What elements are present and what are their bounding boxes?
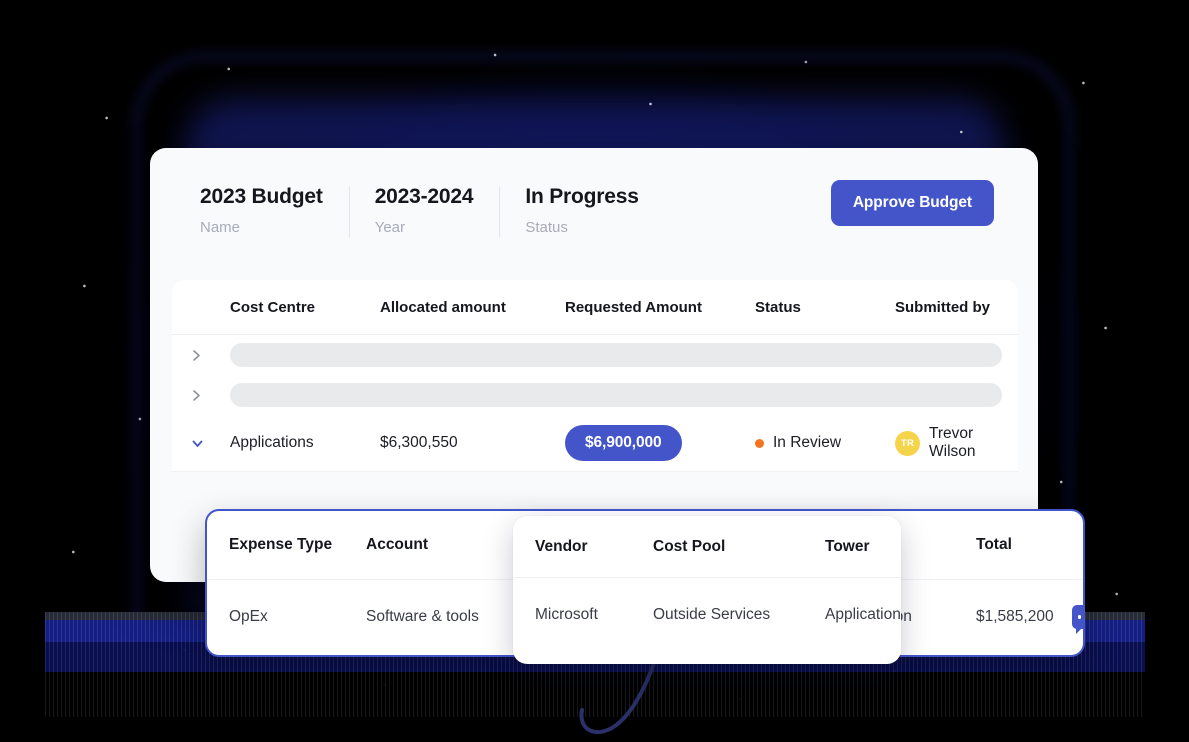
chevron-down-icon[interactable] <box>190 436 230 451</box>
floating-column-header-vendor: Vendor <box>535 537 588 555</box>
floating-panel-row[interactable]: Microsoft Outside Services Application <box>513 578 901 652</box>
cell-requested-amount: $6,900,000 <box>565 425 755 461</box>
column-header-submitted-by: Submitted by <box>895 298 991 316</box>
cell-status: In Review <box>755 434 895 452</box>
floating-panel-header-row: Vendor Cost Pool Tower <box>513 516 901 578</box>
column-header-cost-centre: Cost Centre <box>230 298 316 316</box>
chevron-right-icon[interactable] <box>190 349 230 362</box>
bubble-dot <box>1077 615 1082 619</box>
cell-total: $1,585,200 <box>976 608 1054 625</box>
budget-year-label: Year <box>374 219 405 236</box>
chevron-right-icon[interactable] <box>190 389 230 402</box>
meta-name: 2023 Budget Name <box>176 184 349 238</box>
meta-year: 2023-2024 Year <box>348 184 500 238</box>
submitter-name: Trevor Wilson <box>929 425 976 460</box>
meta-status: In Progress Status <box>499 184 664 238</box>
budget-status-value: In Progress <box>525 185 639 208</box>
comment-bubble-icon[interactable] <box>1072 605 1085 634</box>
column-header-status: Status <box>755 298 801 316</box>
floating-column-header-cost-pool: Cost Pool <box>653 537 726 555</box>
detail-row-actions <box>1072 605 1085 634</box>
cost-centre-table: Cost Centre Allocated amount Requested A… <box>172 280 1018 471</box>
floating-cell-tower: Application <box>825 606 901 623</box>
column-header-total: Total <box>976 536 1012 553</box>
floating-cell-vendor: Microsoft <box>535 606 598 623</box>
cell-submitted-by: TR Trevor Wilson <box>895 425 1018 461</box>
skeleton-placeholder-bar <box>230 343 1002 367</box>
column-header-expense-type: Expense Type <box>229 536 333 553</box>
budget-year-value: 2023-2024 <box>374 185 474 208</box>
status-dot-icon <box>755 438 764 448</box>
floating-column-header-tower: Tower <box>825 537 870 555</box>
floating-cell-cost-pool: Outside Services <box>653 606 771 623</box>
table-row-skeleton[interactable] <box>172 375 1018 415</box>
bubble-dot <box>1084 615 1085 619</box>
avatar: TR <box>895 430 920 456</box>
cell-allocated-amount: $6,300,550 <box>380 434 458 451</box>
cell-cost-centre: Applications <box>230 434 314 451</box>
skeleton-placeholder-bar <box>230 383 1002 407</box>
requested-amount-pill[interactable]: $6,900,000 <box>565 425 682 461</box>
page-root: 2023 Budget Name 2023-2024 Year In Progr… <box>0 0 1189 742</box>
column-header-requested-amount: Requested Amount <box>565 298 702 316</box>
budget-card-header: 2023 Budget Name 2023-2024 Year In Progr… <box>150 148 1038 252</box>
column-header-allocated-amount: Allocated amount <box>380 298 506 316</box>
floating-columns-panel: Vendor Cost Pool Tower Microsoft Outside… <box>513 516 901 664</box>
table-row-skeleton[interactable] <box>172 335 1018 375</box>
budget-name-value: 2023 Budget <box>200 185 323 208</box>
status-badge: In Review <box>773 434 842 451</box>
cell-expense-type: OpEx <box>229 608 268 625</box>
budget-name-label: Name <box>200 219 241 236</box>
table-row[interactable]: Applications $6,300,550 $6,900,000 In Re… <box>172 415 1018 471</box>
table-header-row: Cost Centre Allocated amount Requested A… <box>172 280 1018 335</box>
approve-budget-button[interactable]: Approve Budget <box>830 180 994 226</box>
budget-status-label: Status <box>525 219 568 236</box>
